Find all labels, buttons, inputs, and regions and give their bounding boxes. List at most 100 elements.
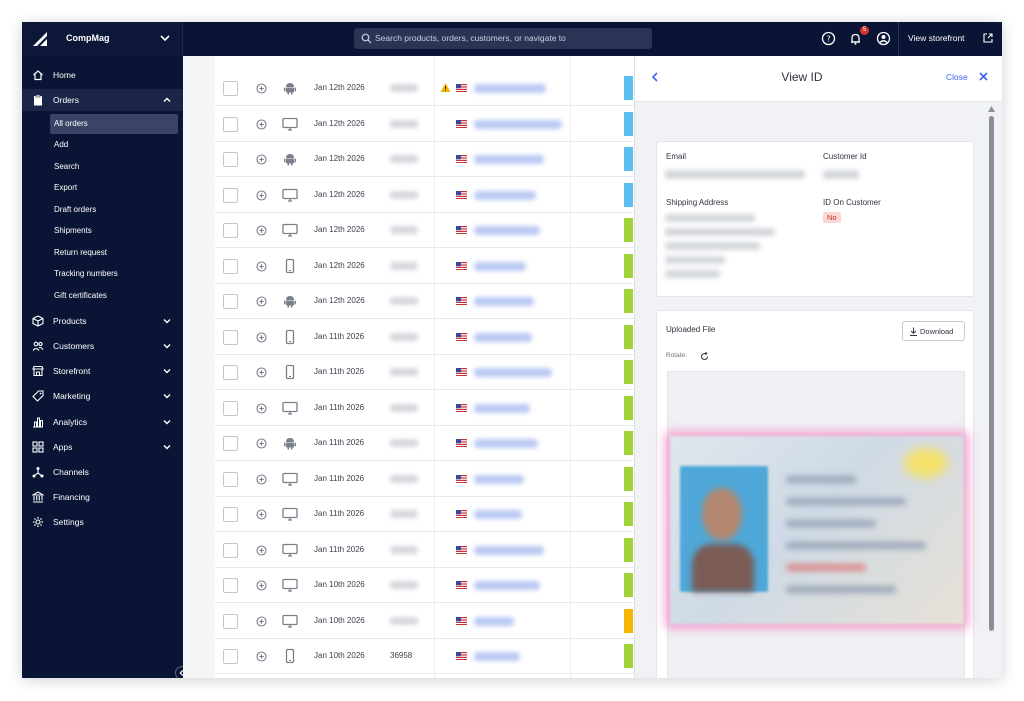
expand-row-icon[interactable] [256, 544, 267, 556]
order-number[interactable]: 36958 [390, 651, 412, 660]
customer-name-redacted[interactable] [474, 226, 540, 235]
row-checkbox[interactable] [223, 400, 238, 416]
customer-name-redacted[interactable] [474, 652, 520, 661]
customer-name-redacted[interactable] [474, 119, 562, 129]
table-row[interactable]: Jan 12th 2026 [215, 249, 634, 284]
sidebar-item-settings[interactable]: Settings [22, 511, 183, 533]
view-storefront-link[interactable]: View storefront [908, 33, 965, 43]
sidebar-subitem-gift-certificates[interactable]: Gift certificates [54, 286, 178, 306]
sidebar-item-financing[interactable]: Financing [22, 486, 183, 508]
row-checkbox[interactable] [223, 613, 238, 629]
table-row[interactable]: Jan 10th 2026 [215, 604, 634, 639]
expand-row-icon[interactable] [256, 83, 267, 94]
expand-row-icon[interactable] [256, 402, 267, 414]
sidebar-item-apps[interactable]: Apps [22, 436, 183, 458]
sidebar-item-storefront[interactable]: Storefront [22, 360, 183, 382]
sidebar-subitem-all-orders[interactable]: All orders [50, 114, 178, 134]
close-icon[interactable] [978, 71, 989, 82]
row-checkbox[interactable] [223, 152, 238, 167]
row-checkbox[interactable] [223, 258, 238, 274]
expand-row-icon[interactable] [256, 260, 267, 272]
download-button[interactable]: Download [902, 321, 965, 341]
table-row[interactable]: Jan 11th 2026 [215, 391, 634, 426]
table-row[interactable]: Jan 12th 2026 [215, 107, 634, 142]
sidebar-subitem-return-request[interactable]: Return request [54, 243, 178, 263]
customer-name-redacted[interactable] [474, 545, 544, 555]
expand-row-icon[interactable] [256, 438, 267, 449]
expand-row-icon[interactable] [256, 651, 267, 662]
customer-name-redacted[interactable] [474, 510, 522, 519]
table-row[interactable]: Jan 12th 2026 [215, 142, 634, 177]
row-checkbox[interactable] [223, 578, 238, 593]
table-row[interactable]: Jan 11th 2026 [215, 320, 634, 355]
row-checkbox[interactable] [223, 507, 238, 522]
expand-row-icon[interactable] [256, 473, 267, 485]
customer-name-redacted[interactable] [474, 297, 534, 306]
sidebar-item-analytics[interactable]: Analytics [22, 411, 183, 433]
sidebar-subitem-search[interactable]: Search [54, 157, 178, 177]
customer-name-redacted[interactable] [474, 474, 524, 484]
customer-name-redacted[interactable] [474, 332, 532, 342]
expand-row-icon[interactable] [256, 296, 267, 307]
account-icon[interactable] [876, 31, 891, 46]
customer-name-redacted[interactable] [474, 403, 530, 413]
customer-name-redacted[interactable] [474, 261, 526, 271]
customer-name-redacted[interactable] [474, 439, 538, 448]
expand-row-icon[interactable] [256, 367, 267, 378]
customer-name-redacted[interactable] [474, 190, 536, 200]
row-checkbox[interactable] [223, 81, 238, 96]
row-checkbox[interactable] [223, 542, 238, 558]
sidebar-subitem-export[interactable]: Export [54, 178, 178, 198]
row-checkbox[interactable] [223, 116, 238, 132]
customer-name-redacted[interactable] [474, 84, 546, 93]
rotate-icon[interactable] [700, 352, 709, 361]
sidebar-subitem-shipments[interactable]: Shipments [54, 221, 178, 241]
expand-row-icon[interactable] [256, 118, 267, 130]
table-row[interactable]: Jan 12th 2026 [215, 178, 634, 213]
row-checkbox[interactable] [223, 471, 238, 487]
table-row[interactable]: Jan 11th 2026 [215, 462, 634, 497]
expand-row-icon[interactable] [256, 509, 267, 520]
sidebar-item-products[interactable]: Products [22, 310, 183, 332]
table-row[interactable]: Jan 11th 2026 [215, 497, 634, 532]
sidebar-item-marketing[interactable]: Marketing [22, 385, 183, 407]
scrollbar[interactable] [989, 116, 994, 631]
close-button[interactable]: Close [946, 72, 968, 82]
expand-row-icon[interactable] [256, 225, 267, 236]
row-checkbox[interactable] [223, 436, 238, 451]
table-row[interactable]: Jan 11th 2026 [215, 355, 634, 390]
sidebar-item-channels[interactable]: Channels [22, 461, 183, 483]
scroll-up-icon[interactable] [988, 106, 995, 112]
customer-name-redacted[interactable] [474, 616, 514, 626]
expand-row-icon[interactable] [256, 189, 267, 201]
row-checkbox[interactable] [223, 649, 238, 664]
customer-name-redacted[interactable] [474, 155, 544, 164]
table-row[interactable]: Jan 12th 2026 [215, 71, 634, 106]
expand-row-icon[interactable] [256, 331, 267, 343]
table-row[interactable]: Jan 10th 2026 36958 [215, 639, 634, 674]
store-switcher[interactable]: CompMag [22, 22, 183, 56]
row-checkbox[interactable] [223, 223, 238, 238]
sidebar-item-orders[interactable]: Orders [22, 89, 183, 111]
table-row[interactable]: Jan 11th 2026 [215, 533, 634, 568]
row-checkbox[interactable] [223, 294, 238, 309]
table-row[interactable]: Jan 12th 2026 [215, 213, 634, 248]
sidebar-subitem-draft-orders[interactable]: Draft orders [54, 200, 178, 220]
customer-name-redacted[interactable] [474, 581, 540, 590]
row-checkbox[interactable] [223, 187, 238, 203]
help-icon[interactable]: ? [821, 31, 836, 46]
table-row[interactable]: Jan 11th 2026 [215, 426, 634, 461]
row-checkbox[interactable] [223, 329, 238, 345]
sidebar-subitem-add[interactable]: Add [54, 135, 178, 155]
expand-row-icon[interactable] [256, 615, 267, 627]
sidebar-subitem-tracking-numbers[interactable]: Tracking numbers [54, 264, 178, 284]
customer-name-redacted[interactable] [474, 368, 552, 377]
row-checkbox[interactable] [223, 365, 238, 380]
expand-row-icon[interactable] [256, 154, 267, 165]
table-row[interactable]: Jan 10th 2026 [215, 568, 634, 603]
search-input[interactable]: Search products, orders, customers, or n… [354, 28, 652, 49]
table-row[interactable]: Jan 12th 2026 [215, 284, 634, 319]
sidebar-item-home[interactable]: Home [22, 64, 183, 86]
expand-row-icon[interactable] [256, 580, 267, 591]
sidebar-item-customers[interactable]: Customers [22, 335, 183, 357]
